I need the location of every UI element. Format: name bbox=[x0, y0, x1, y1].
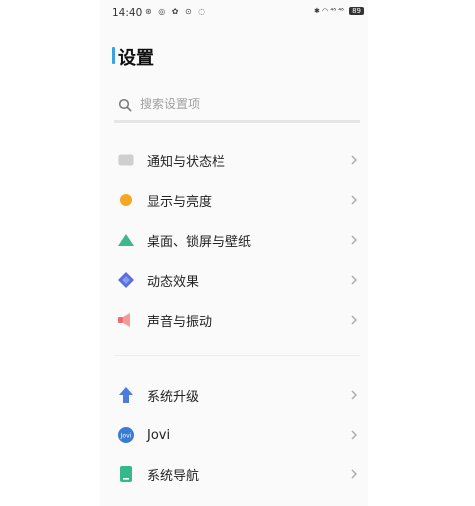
status-right: ✱ ◠ ⁴⁶ ⁴⁶ 89 bbox=[314, 7, 364, 15]
settings-item-jovi[interactable]: Jovi Jovi bbox=[114, 417, 362, 453]
chevron-right-icon bbox=[351, 390, 357, 400]
chevron-right-icon bbox=[351, 155, 357, 165]
chevron-right-icon bbox=[351, 275, 357, 285]
settings-item-label: 桌面、锁屏与壁纸 bbox=[147, 234, 252, 250]
notification-bar-icon bbox=[116, 150, 136, 170]
settings-item-label: 通知与状态栏 bbox=[147, 154, 226, 170]
page-title: 设置 bbox=[118, 48, 154, 69]
chevron-right-icon bbox=[351, 235, 357, 245]
settings-item-label: Jovi bbox=[147, 427, 171, 443]
settings-item-label: 系统导航 bbox=[147, 468, 200, 484]
jovi-icon: Jovi bbox=[116, 425, 136, 445]
search-input[interactable] bbox=[138, 96, 360, 112]
settings-item-navigation[interactable]: 系统导航 bbox=[114, 456, 362, 492]
settings-item-display[interactable]: 显示与亮度 bbox=[114, 182, 362, 218]
system-navigation-icon bbox=[116, 464, 136, 484]
chevron-right-icon bbox=[351, 315, 357, 325]
battery-icon: 89 bbox=[349, 7, 364, 15]
settings-item-sound[interactable]: 声音与振动 bbox=[114, 302, 362, 338]
settings-item-notifications[interactable]: 通知与状态栏 bbox=[114, 142, 362, 178]
chevron-right-icon bbox=[351, 430, 357, 440]
settings-item-label: 动态效果 bbox=[147, 274, 200, 290]
bluetooth-icon: ✱ bbox=[313, 7, 320, 15]
wallpaper-icon bbox=[116, 230, 136, 250]
settings-item-motion[interactable]: 动态效果 bbox=[114, 262, 362, 298]
search-icon bbox=[118, 98, 132, 112]
signal-icon: ⁴⁶ ⁴⁶ bbox=[330, 7, 344, 15]
status-bar: 14:40 ⊛ ◎ ✿ ⊙ ◌ ✱ ◠ ⁴⁶ ⁴⁶ 89 bbox=[100, 4, 368, 22]
chevron-right-icon bbox=[351, 469, 357, 479]
settings-item-label: 声音与振动 bbox=[147, 314, 213, 330]
wifi-icon: ◠ bbox=[322, 7, 329, 15]
chevron-right-icon bbox=[351, 195, 357, 205]
settings-item-wallpaper[interactable]: 桌面、锁屏与壁纸 bbox=[114, 222, 362, 258]
settings-item-label: 系统升级 bbox=[147, 389, 200, 405]
brightness-icon bbox=[116, 190, 136, 210]
svg-text:Jovi: Jovi bbox=[120, 433, 132, 440]
settings-item-label: 显示与亮度 bbox=[147, 194, 213, 210]
settings-item-system-update[interactable]: 系统升级 bbox=[114, 377, 362, 413]
motion-effects-icon bbox=[116, 270, 136, 290]
sound-icon bbox=[116, 310, 136, 330]
phone-screen: 14:40 ⊛ ◎ ✿ ⊙ ◌ ✱ ◠ ⁴⁶ ⁴⁶ 89 设置 通知与状态栏 显… bbox=[100, 0, 368, 506]
section-divider bbox=[114, 355, 360, 356]
search-bar[interactable] bbox=[114, 92, 360, 123]
status-time: 14:40 bbox=[112, 7, 143, 19]
system-update-icon bbox=[116, 385, 136, 405]
notification-icons: ⊛ ◎ ✿ ⊙ ◌ bbox=[145, 7, 208, 16]
